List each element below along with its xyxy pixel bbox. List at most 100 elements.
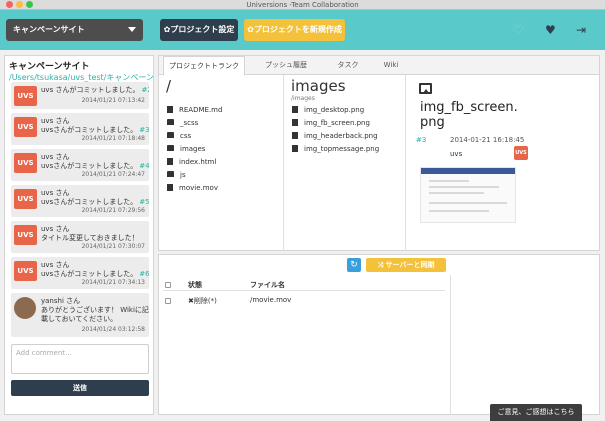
folder-icon [167,119,174,125]
tab-tasks[interactable]: タスク [323,56,373,75]
heart-outline-icon[interactable]: ♡ [513,23,524,37]
user-photo-avatar [14,297,36,319]
uvs-avatar: UVS [514,146,528,160]
file-item[interactable]: index.html [167,158,216,166]
feed-date: 2014/01/21 07:24:47 [81,171,145,178]
file-icon [292,132,298,139]
commit-number-link[interactable]: #6 [139,270,149,278]
feed-item: UVS uvs さん uvsさんがコミットしました。 #6 2014/01/21 … [11,257,149,289]
refresh-button[interactable]: ↻ [347,258,361,272]
feed-item: UVS uvs さん uvsさんがコミットしました。 #4 2014/01/21 … [11,149,149,181]
image-icon [419,83,432,94]
folder-item[interactable]: _scss [167,119,198,127]
file-icon [292,145,298,152]
main-tabs: プロジェクトトランク プッシュ履歴 タスク Wiki [159,56,599,76]
chevron-down-icon [128,27,136,32]
comment-input[interactable] [11,344,149,374]
gear-icon: ✿ [247,25,254,34]
commit-number-link[interactable]: #4 [139,162,149,170]
feed-date: 2014/01/21 07:29:56 [81,207,145,214]
file-browser-panel: プロジェクトトランク プッシュ履歴 タスク Wiki / README.md _… [158,55,600,251]
folder-icon [167,132,174,138]
image-preview-thumbnail[interactable] [420,167,516,223]
change-file-name: /movie.mov [250,296,292,304]
root-column-title: / [166,77,172,95]
project-settings-label: プロジェクト設定 [170,25,235,34]
shuffle-icon: ⤨ [377,261,386,269]
tab-push-history[interactable]: プッシュ履歴 [251,56,321,75]
file-item[interactable]: movie.mov [167,184,218,192]
file-icon [292,119,298,126]
feed-date: 2014/01/21 07:30:07 [81,243,145,250]
folder-item[interactable]: images [167,145,205,153]
file-item[interactable]: img_headerback.png [292,132,378,140]
site-select[interactable]: キャンペーンサイト [6,19,143,41]
activity-sidebar: キャンペーンサイト /Users/tsukasa/uvs_test/キャンペーン… [4,55,154,415]
preview-date: 2014-01-21 16:18:45 [450,136,525,144]
images-column-title: images [291,77,346,95]
file-item[interactable]: img_desktop.png [292,106,364,114]
uvs-avatar: UVS [14,189,37,209]
filename-column-header: ファイル名 [250,281,285,289]
uvs-avatar: UVS [14,117,37,137]
toolbar: キャンペーンサイト ✿プロジェクト設定 ✿プロジェクトを新規作成 ♡ ♥ ⇥ [0,10,605,50]
feed-date: 2014/01/21 07:18:48 [81,135,145,142]
logout-icon[interactable]: ⇥ [576,23,586,37]
folder-icon [167,145,174,151]
feed-message-line2: 載しておいてください。 [41,315,118,323]
file-icon [167,158,173,165]
tab-project-trunk[interactable]: プロジェクトトランク [163,56,245,76]
commit-number-link[interactable]: #2 [141,86,149,94]
images-column-path: /images [291,95,315,102]
row-checkbox[interactable] [165,298,171,304]
refresh-icon: ↻ [350,260,358,270]
project-settings-button[interactable]: ✿プロジェクト設定 [160,19,238,41]
feed-date: 2014/01/24 03:12:58 [81,326,145,333]
change-status: ✖削除(*) [188,297,217,305]
preview-user: uvs [450,150,463,158]
feed-message: uvsさんがコミットしました。 [41,162,138,170]
preview-column: img_fb_screen. png #3 2014-01-21 16:18:4… [406,75,599,251]
preview-file-name: img_fb_screen. png [420,100,518,130]
preview-commit-number[interactable]: #3 [416,136,426,144]
feed-message: uvsさんがコミットしました。 [41,270,138,278]
uvs-avatar: UVS [14,86,37,106]
sidebar-site-name: キャンペーンサイト [9,62,90,72]
feed-message: uvsさんがコミットしました。 [41,198,138,206]
uvs-avatar: UVS [14,225,37,245]
folder-item[interactable]: js [167,171,186,179]
feed-message: タイトル変更しておきました！ [41,234,139,242]
file-icon [167,184,173,191]
file-item[interactable]: README.md [167,106,222,114]
window-titlebar: Universions -Team Collaboration [0,0,605,10]
sync-server-label: サーバーと同期 [385,261,435,269]
tab-wiki[interactable]: Wiki [371,56,411,75]
select-all-checkbox[interactable] [165,282,171,288]
file-item[interactable]: img_fb_screen.png [292,119,370,127]
heart-icon[interactable]: ♥ [545,23,556,37]
feed-date: 2014/01/21 07:34:13 [81,279,145,286]
file-icon [167,106,173,113]
feed-item: UVS uvs さん uvsさんがコミットしました。 #3 2014/01/21 … [11,113,149,145]
feed-message: uvsさんがコミットしました。 [41,126,138,134]
uvs-avatar: UVS [14,153,37,173]
status-column-header: 状態 [188,281,202,289]
images-column: images /images img_desktop.png img_fb_sc… [284,75,406,251]
commit-number-link[interactable]: #3 [139,126,149,134]
feed-item: UVS uvs さんがコミットしました。#2 2014/01/21 07:13:… [11,82,149,109]
activity-feed[interactable]: UVS uvs さんがコミットしました。#2 2014/01/21 07:13:… [11,82,149,387]
feedback-button[interactable]: ご意見、ご感想はこちら [490,404,582,421]
root-column: / README.md _scss css images index.html … [159,75,284,251]
sync-server-button[interactable]: ⤨ サーバーと同期 [366,258,446,272]
file-item[interactable]: img_topmessage.png [292,145,379,153]
site-select-value: キャンペーンサイト [13,25,85,34]
feed-item: yanshi さん ありがとうございます！ Wikiに記 載しておいてください。… [11,293,149,337]
feed-message: uvs さんがコミットしました。 [41,86,140,94]
window-title: Universions -Team Collaboration [246,1,359,9]
new-project-button[interactable]: ✿プロジェクトを新規作成 [244,19,345,41]
folder-item[interactable]: css [167,132,191,140]
commit-number-link[interactable]: #5 [139,198,149,206]
new-project-label: プロジェクトを新規作成 [253,25,342,34]
send-button[interactable]: 送信 [11,380,149,396]
feed-item: UVS uvs さん uvsさんがコミットしました。 #5 2014/01/21 … [11,185,149,217]
